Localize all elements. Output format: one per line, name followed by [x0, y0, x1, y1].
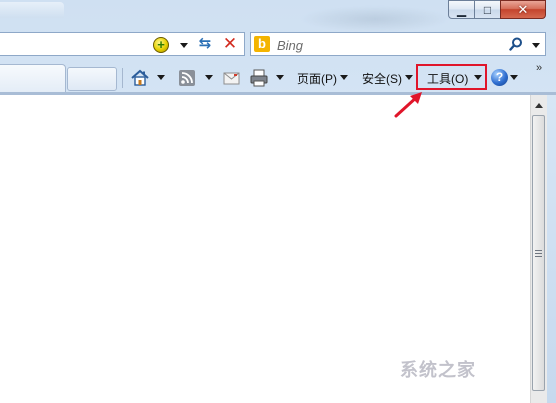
refresh-icon[interactable]: ⇆ [196, 36, 214, 52]
maximize-button[interactable]: □ [474, 0, 501, 19]
bing-logo-icon: b [254, 36, 270, 52]
close-icon: ✕ [517, 2, 529, 17]
minimize-icon: ▁ [456, 2, 467, 17]
address-dropdown-chevron-icon[interactable] [180, 43, 188, 48]
watermark-text: 系统之家 [400, 360, 476, 380]
annotation-arrow-icon [394, 92, 422, 118]
read-mail-icon[interactable] [222, 68, 242, 88]
scroll-up-arrow-icon [535, 102, 543, 108]
browser-window: ▁ □ ✕ + ⇆ ✕ b Bing 页面(P) 安全(S) 工具(O) ? »… [0, 0, 556, 403]
home-icon[interactable] [130, 68, 150, 88]
page-menu-label[interactable]: 页面(P) [297, 70, 337, 87]
window-right-border [547, 95, 556, 403]
stop-icon[interactable]: ✕ [221, 35, 239, 53]
scroll-grip-line [535, 256, 542, 257]
scroll-grip-line [535, 253, 542, 254]
minimize-button[interactable]: ▁ [448, 0, 475, 19]
help-icon[interactable]: ? [491, 69, 508, 86]
print-dropdown-chevron-icon[interactable] [276, 75, 284, 80]
toolbar-overflow-icon[interactable]: » [536, 62, 542, 74]
search-icon[interactable] [509, 37, 523, 51]
toolbar-separator [122, 68, 123, 88]
new-tab-button[interactable] [67, 67, 117, 91]
page-menu-chevron-icon[interactable] [340, 75, 348, 80]
title-bar: ▁ □ ✕ [0, 0, 556, 32]
safety-menu-chevron-icon[interactable] [405, 75, 413, 80]
browser-tab[interactable] [0, 64, 66, 92]
tools-menu-chevron-icon[interactable] [474, 75, 482, 80]
feeds-dropdown-chevron-icon[interactable] [205, 75, 213, 80]
search-dropdown-chevron-icon[interactable] [532, 43, 540, 48]
safety-menu-label[interactable]: 安全(S) [362, 70, 402, 87]
help-dropdown-chevron-icon[interactable] [510, 75, 518, 80]
blurred-title-text [300, 6, 450, 32]
scroll-up-button[interactable] [531, 97, 547, 113]
scroll-grip-line [535, 250, 542, 251]
maximize-icon: □ [483, 2, 492, 17]
search-placeholder: Bing [277, 38, 304, 53]
title-tab-edge [0, 2, 64, 18]
print-icon[interactable] [249, 68, 269, 88]
home-dropdown-chevron-icon[interactable] [157, 75, 165, 80]
tools-menu-label[interactable]: 工具(O) [427, 70, 468, 87]
rss-feed-icon[interactable] [177, 68, 197, 88]
compatibility-view-icon[interactable]: + [153, 37, 169, 53]
close-button[interactable]: ✕ [500, 0, 546, 19]
